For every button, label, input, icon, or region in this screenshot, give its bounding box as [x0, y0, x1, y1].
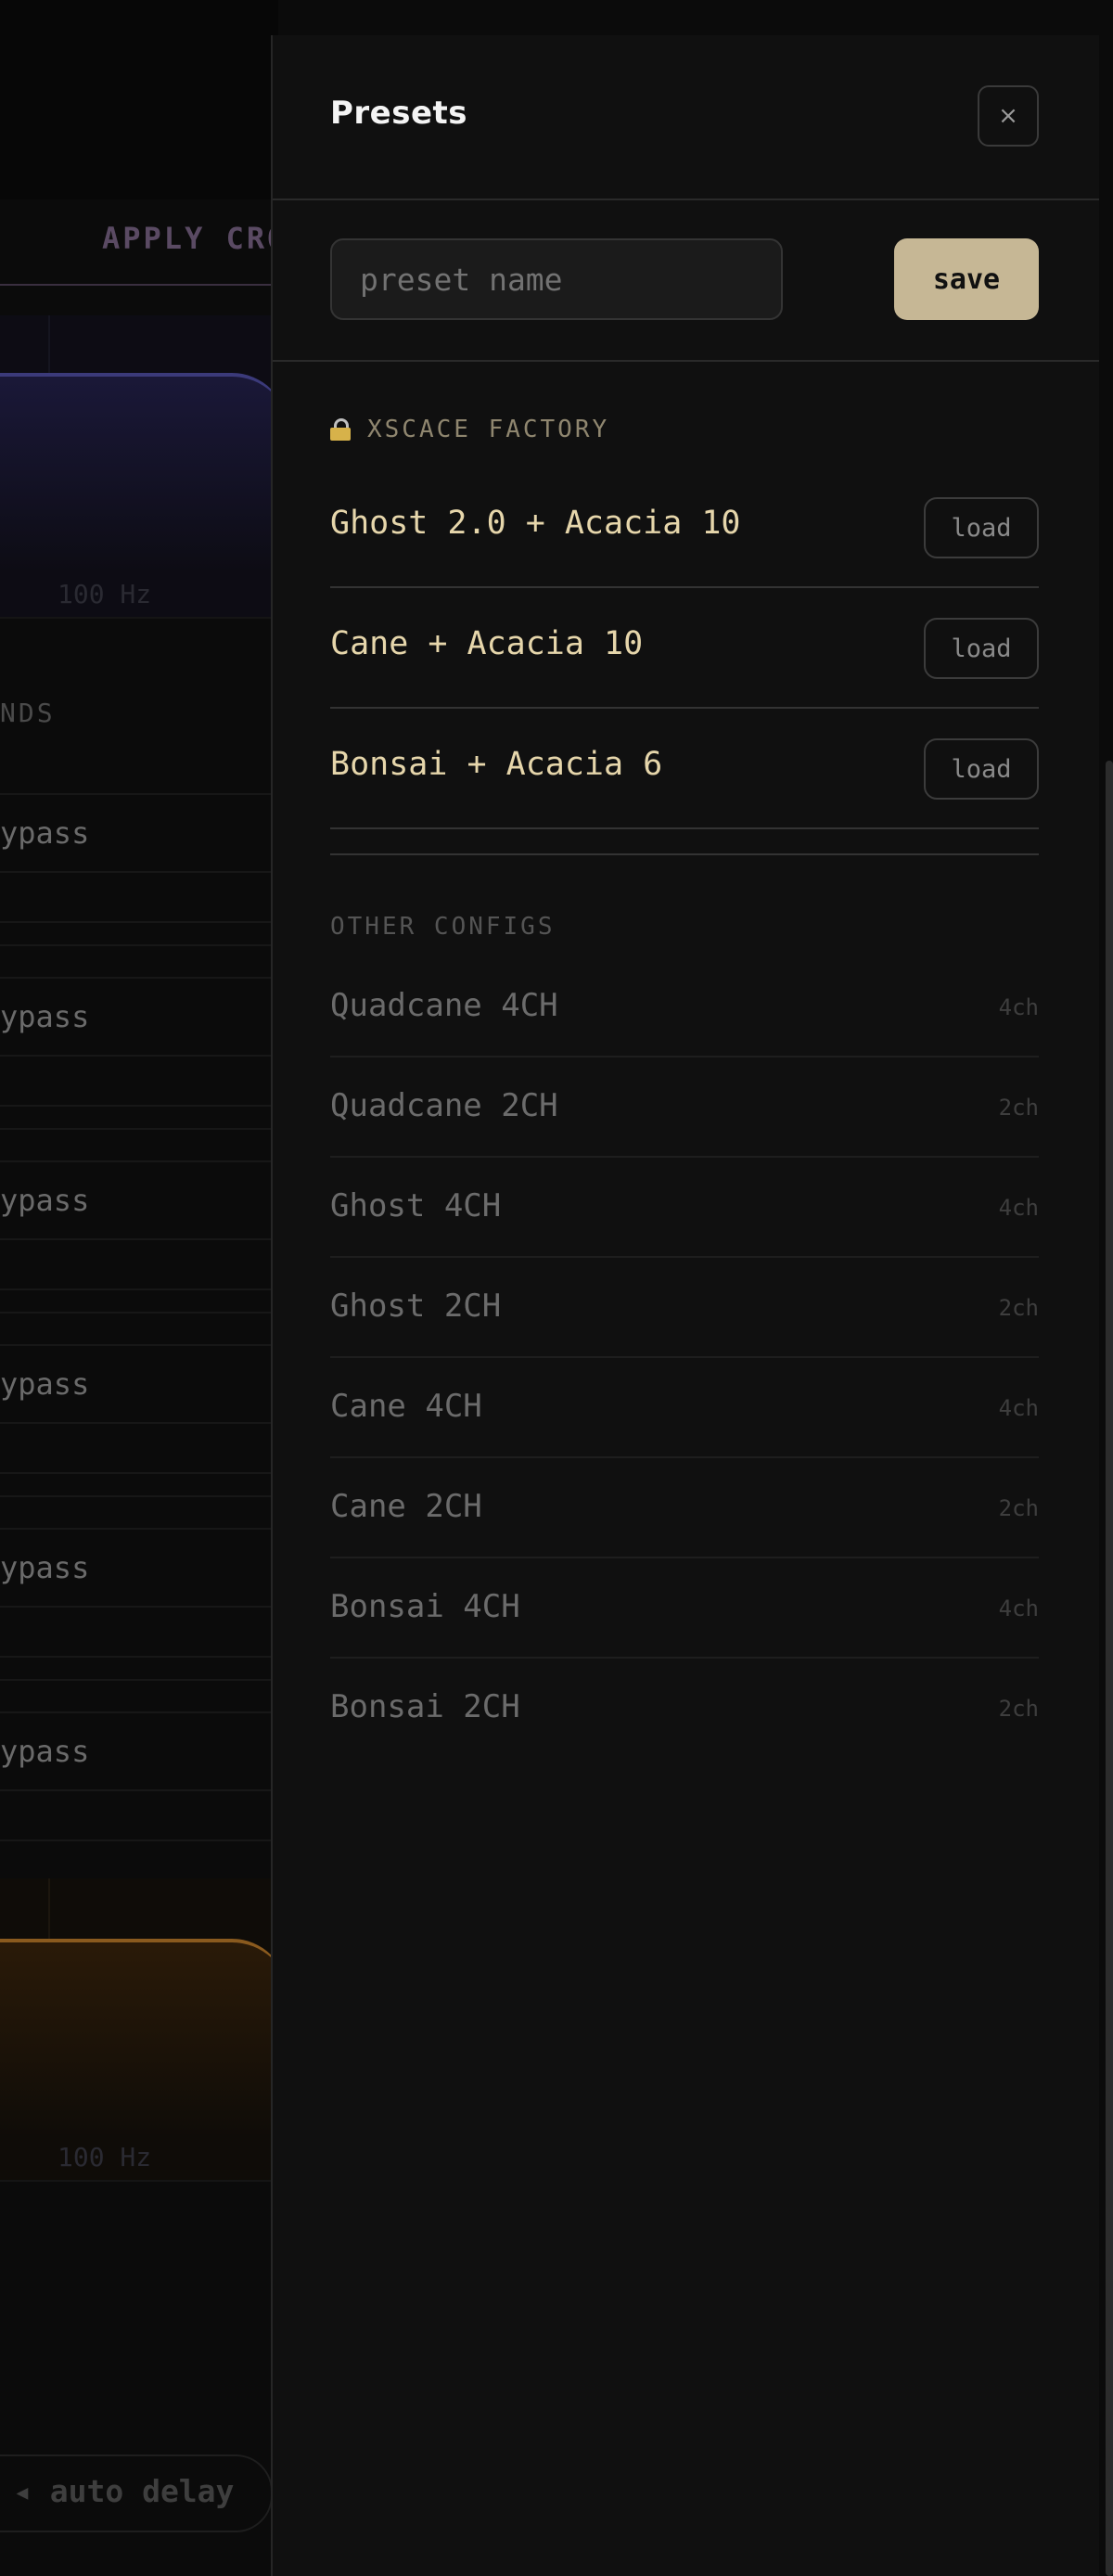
load-button[interactable]: load [924, 738, 1039, 800]
auto-delay-label: ◂ auto delay [13, 2473, 235, 2509]
close-icon: × [998, 102, 1018, 130]
row-divider [0, 1128, 274, 1130]
bands-section-label: NDS [0, 698, 56, 728]
background-topbar [0, 0, 278, 199]
preset-name: Bonsai + Acacia 6 [330, 746, 663, 783]
config-item[interactable]: Ghost 4CH 4ch [330, 1158, 1039, 1258]
factory-preset-item: Cane + Acacia 10 load [330, 588, 1039, 709]
band-row[interactable]: ypass [0, 1528, 274, 1608]
band-row[interactable]: ypass [0, 1711, 274, 1791]
config-name: Quadcane 2CH [330, 1087, 558, 1124]
config-name: Quadcane 4CH [330, 987, 558, 1024]
config-item[interactable]: Ghost 2CH 2ch [330, 1258, 1039, 1358]
other-configs-section: OTHER CONFIGS Quadcane 4CH 4ch Quadcane … [330, 913, 1039, 1757]
row-divider [0, 1839, 274, 1841]
factory-preset-list: Ghost 2.0 + Acacia 10 load Cane + Acacia… [330, 468, 1039, 829]
factory-preset-item: Ghost 2.0 + Acacia 10 load [330, 468, 1039, 588]
config-item[interactable]: Bonsai 2CH 2ch [330, 1659, 1039, 1757]
factory-presets-section: XSCACE FACTORY Ghost 2.0 + Acacia 10 loa… [330, 416, 1039, 855]
channel-count: 4ch [998, 994, 1039, 1020]
frequency-graph-bottom: 100 Hz [0, 1878, 274, 2182]
bypass-label: ypass [0, 815, 90, 851]
row-divider [0, 1472, 274, 1474]
config-item[interactable]: Bonsai 4CH 4ch [330, 1558, 1039, 1659]
freq-axis-label: 100 Hz [58, 2142, 152, 2172]
bypass-label: ypass [0, 1183, 90, 1218]
preset-name: Cane + Acacia 10 [330, 625, 644, 662]
config-name: Bonsai 4CH [330, 1588, 520, 1625]
config-item[interactable]: Cane 2CH 2ch [330, 1458, 1039, 1558]
drawer-title: Presets [330, 95, 468, 132]
load-button[interactable]: load [924, 497, 1039, 558]
channel-count: 2ch [998, 1696, 1039, 1722]
bypass-label: ypass [0, 1550, 90, 1585]
factory-section-header: XSCACE FACTORY [330, 416, 1039, 443]
row-divider [0, 921, 274, 923]
drawer-header: Presets × [273, 35, 1099, 200]
bypass-label: ypass [0, 1366, 90, 1402]
band-row[interactable]: ypass [0, 1344, 274, 1424]
factory-preset-item: Bonsai + Acacia 6 load [330, 709, 1039, 829]
frequency-graph-top: 100 Hz [0, 315, 274, 619]
config-item[interactable]: Cane 4CH 4ch [330, 1358, 1039, 1458]
band-row[interactable]: ypass [0, 1160, 274, 1240]
channel-count: 4ch [998, 1395, 1039, 1421]
channel-count: 2ch [998, 1295, 1039, 1321]
config-name: Bonsai 2CH [330, 1688, 520, 1725]
row-divider [0, 1495, 274, 1497]
factory-section-label: XSCACE FACTORY [367, 416, 610, 443]
bypass-label: ypass [0, 999, 90, 1034]
preset-name: Ghost 2.0 + Acacia 10 [330, 505, 741, 542]
tab-underline [0, 284, 278, 286]
presets-drawer: Presets × save XSCACE FACTORY Ghost 2.0 … [271, 35, 1099, 2576]
config-name: Ghost 4CH [330, 1187, 502, 1224]
preset-name-input[interactable] [330, 238, 783, 320]
config-name: Cane 4CH [330, 1388, 482, 1425]
other-section-label: OTHER CONFIGS [330, 913, 556, 941]
channel-count: 2ch [998, 1495, 1039, 1521]
load-button[interactable]: load [924, 618, 1039, 679]
channel-count: 2ch [998, 1095, 1039, 1121]
auto-delay-button[interactable]: ◂ auto delay [0, 2454, 273, 2532]
config-name: Ghost 2CH [330, 1288, 502, 1325]
config-item[interactable]: Quadcane 4CH 4ch [330, 957, 1039, 1057]
config-item[interactable]: Quadcane 2CH 2ch [330, 1057, 1039, 1158]
channel-count: 4ch [998, 1195, 1039, 1221]
row-divider [0, 1288, 274, 1290]
close-button[interactable]: × [978, 85, 1039, 147]
bypass-label: ypass [0, 1734, 90, 1769]
section-divider [330, 853, 1039, 855]
save-preset-form: save [273, 200, 1099, 362]
row-divider [0, 1312, 274, 1314]
channel-count: 4ch [998, 1596, 1039, 1621]
band-row[interactable]: ypass [0, 977, 274, 1057]
save-button[interactable]: save [894, 238, 1039, 320]
config-name: Cane 2CH [330, 1488, 482, 1525]
row-divider [0, 944, 274, 946]
lock-icon [330, 418, 351, 441]
row-divider [0, 1679, 274, 1681]
other-config-list: Quadcane 4CH 4ch Quadcane 2CH 2ch Ghost … [330, 957, 1039, 1757]
row-divider [0, 1656, 274, 1658]
apply-crossover-tab[interactable]: APPLY CRO [102, 221, 288, 256]
band-row[interactable]: ypass [0, 793, 274, 873]
freq-axis-label: 100 Hz [58, 579, 152, 609]
scrollbar[interactable] [1106, 761, 1113, 2576]
row-divider [0, 1105, 274, 1107]
